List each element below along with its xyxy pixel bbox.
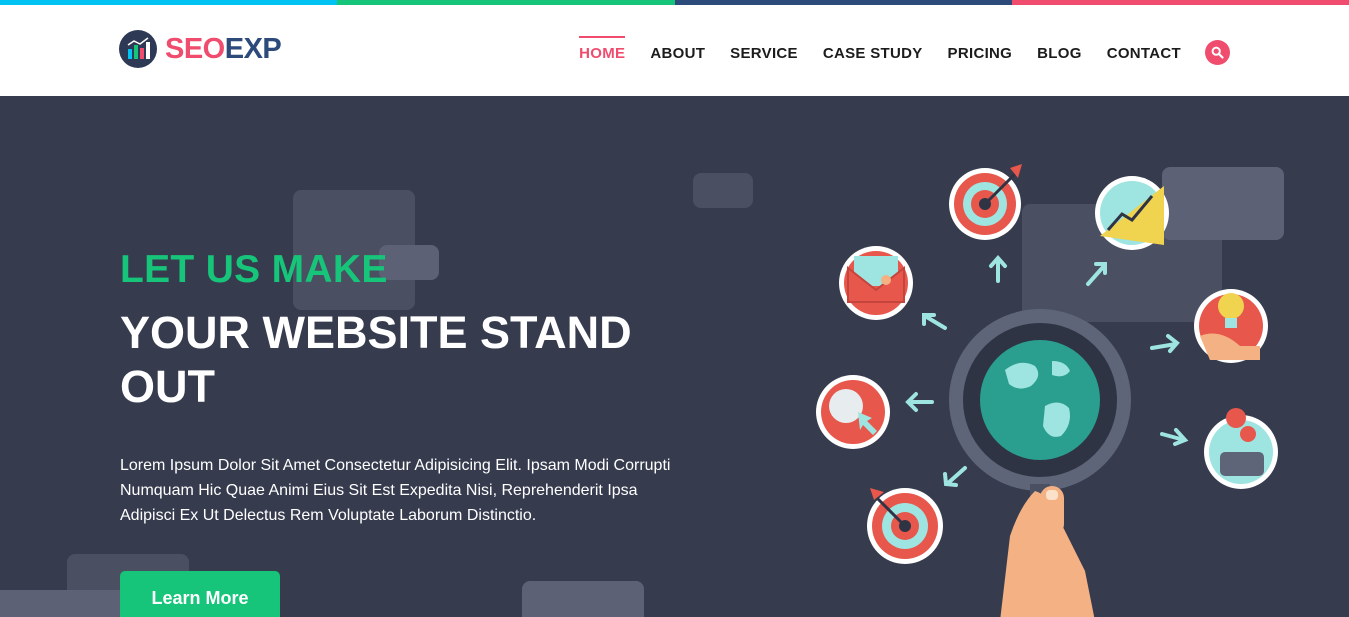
decor-block <box>522 581 644 617</box>
brand-name: SEOEXP <box>165 32 282 66</box>
nav-item-about[interactable]: ABOUT <box>650 36 705 66</box>
hero-section: LET US MAKE YOUR WEBSITE STAND OUT Lorem… <box>0 96 1349 617</box>
main-nav: HOME ABOUT SERVICE CASE STUDY PRICING BL… <box>554 36 1181 66</box>
hero-headline: YOUR WEBSITE STAND OUT <box>120 307 632 412</box>
hero-eyebrow: LET US MAKE <box>120 248 388 291</box>
learn-more-button[interactable]: Learn More <box>120 571 280 617</box>
nav-item-home[interactable]: HOME <box>579 36 626 66</box>
search-icon <box>1211 46 1224 59</box>
email-envelope-icon <box>839 246 913 320</box>
globe-click-icon <box>816 375 890 449</box>
seo-magnifier-illustration <box>816 164 1278 617</box>
brand-name-part1: SEO <box>165 32 225 65</box>
target-icon <box>949 164 1022 240</box>
bar-chart-logo-icon <box>119 30 157 68</box>
target-icon <box>867 488 943 564</box>
decor-block <box>379 245 439 280</box>
growth-chart-icon <box>1095 176 1169 250</box>
decor-block <box>693 173 753 208</box>
money-coins-icon <box>1204 408 1278 489</box>
idea-bulb-icon <box>1194 289 1268 363</box>
search-button[interactable] <box>1205 40 1230 65</box>
nav-item-pricing[interactable]: PRICING <box>948 36 1013 66</box>
nav-item-case-study[interactable]: CASE STUDY <box>823 36 923 66</box>
site-logo[interactable]: SEOEXP <box>119 30 282 68</box>
site-header: SEOEXP HOME ABOUT SERVICE CASE STUDY PRI… <box>0 5 1349 96</box>
nav-item-blog[interactable]: BLOG <box>1037 36 1082 66</box>
hero-description: Lorem Ipsum Dolor Sit Amet Consectetur A… <box>120 457 671 524</box>
nav-item-service[interactable]: SERVICE <box>730 36 798 66</box>
brand-name-part2: EXP <box>224 32 282 65</box>
decor-block <box>0 590 130 617</box>
nav-item-contact[interactable]: CONTACT <box>1107 36 1181 66</box>
